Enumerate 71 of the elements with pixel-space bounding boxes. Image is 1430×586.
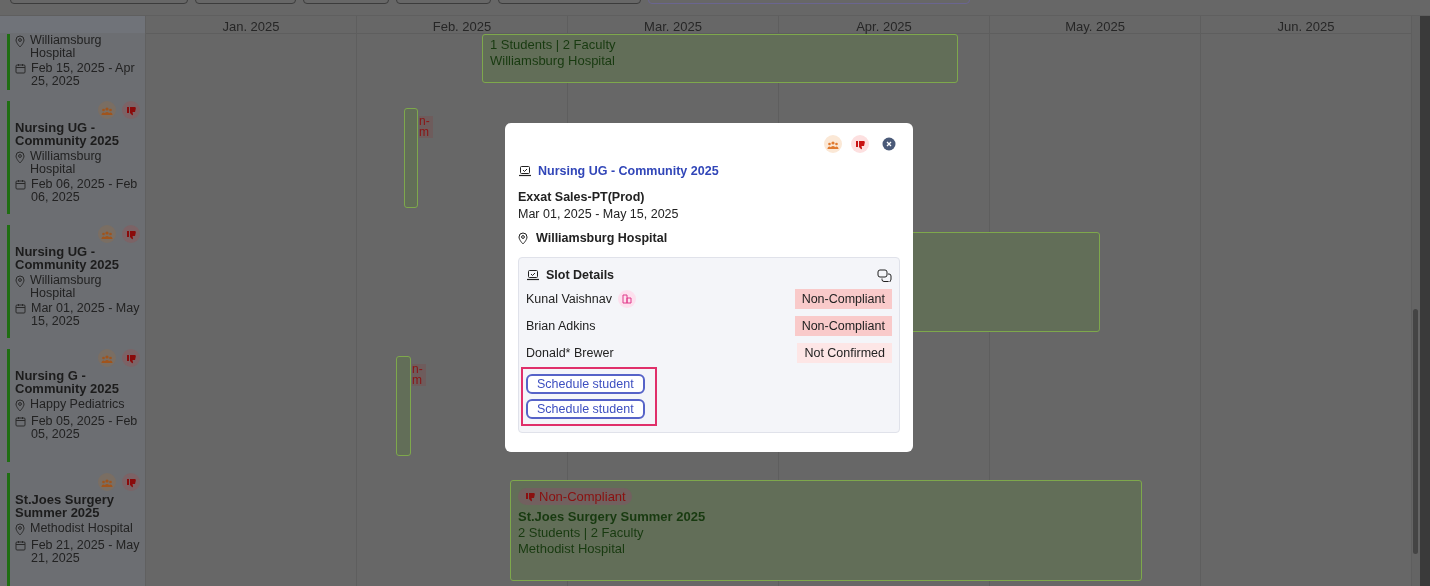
laptop-icon [518,165,532,177]
location-pin-icon [15,151,25,164]
location-pin-icon [15,35,25,48]
month-label: May. 2025 [1065,20,1125,33]
scrollbar-thumb[interactable] [1413,309,1418,554]
panel-title: Slot Details [546,268,616,282]
bar-counts: 1 Students | 2 Faculty [490,37,616,53]
date-range: Feb 15, 2025 - Apr 25, 2025 [31,62,136,87]
location-text: Williamsburg Hospital [30,34,103,59]
school-name: Exxat Sales-PT(Prod) [518,190,646,204]
placement-title: Nursing G - Community 2025 [15,370,121,395]
location-pin-icon [15,275,25,288]
status-tag: n- m [412,364,426,386]
thumbs-down-icon [122,101,140,119]
program-link[interactable]: Nursing UG - Community 2025 [538,164,719,178]
date-range: Mar 01, 2025 - May 15, 2025 [31,302,140,327]
status-badge: Non-Compliant [794,289,892,309]
location-pin-icon [518,231,528,245]
status-tag: Non-Compliant [518,488,632,505]
schedule-student-button[interactable]: Schedule student [526,374,645,394]
close-icon [882,137,896,151]
people-icon [98,349,116,367]
calendar-icon [15,416,26,427]
bar-location: Williamsburg Hospital [490,53,615,69]
placement-title: Nursing UG - Community 2025 [15,122,121,147]
bar-title: St.Joes Surgery Summer 2025 [518,509,706,525]
bar-location: Methodist Hospital [518,541,625,557]
date-range: Feb 05, 2025 - Feb 05, 2025 [31,415,139,440]
status-bar [7,34,10,90]
date-range: Feb 06, 2025 - Feb 06, 2025 [31,178,139,203]
schedule-student-button[interactable]: Schedule student [526,399,645,419]
location-text: Happy Pediatrics [30,398,125,412]
location-pin-icon [15,399,25,412]
bar-counts: 2 Students | 2 Faculty [518,525,644,541]
placement-title: St.Joes Surgery Summer 2025 [15,494,115,519]
location-text: Williamsburg Hospital [30,150,103,175]
month-label: Jan. 2025 [222,20,280,33]
people-icon [98,225,116,243]
placement-title: Nursing UG - Community 2025 [15,246,121,271]
date-range: Mar 01, 2025 - May 15, 2025 [518,207,680,221]
location-name: Williamsburg Hospital [536,231,668,245]
month-label: Apr. 2025 [856,20,912,33]
student-name: Brian Adkins [526,319,596,333]
chat-icon [877,268,892,282]
thumbs-down-icon [851,135,869,153]
calendar-icon [15,179,26,190]
calendar-icon [15,63,26,74]
placement-bar[interactable]: Non-Compliant St.Joes Surgery Summer 2025 2 Students | 2 Faculty Methodist Hospital [510,480,1142,581]
location-text: Williamsburg Hospital [30,274,103,299]
status-badge: Not Confirmed [797,343,892,363]
calendar-icon [15,303,26,314]
status-tag: n- m [419,116,433,138]
thumbs-down-icon [122,473,140,491]
student-name: Donald* Brewer [526,346,614,360]
student-name: Kunal Vaishnav [526,292,612,306]
thumbs-down-icon [122,349,140,367]
people-icon [98,101,116,119]
location-pin-icon [15,523,25,536]
thumbs-down-icon [122,225,140,243]
calendar-icon [15,540,26,551]
month-label: Jun. 2025 [1277,20,1335,33]
month-label: Mar. 2025 [644,20,702,33]
laptop-icon [526,269,540,281]
date-range: Feb 21, 2025 - May 21, 2025 [31,539,140,564]
status-badge: Non-Compliant [794,316,892,336]
month-label: Feb. 2025 [432,20,492,33]
location-text: Methodist Hospital [30,522,133,536]
people-icon [824,135,842,153]
placement-bar[interactable]: 1 Students | 2 Faculty Williamsburg Hospital [482,34,958,83]
thumbs-down-icon [524,491,536,502]
people-icon [98,473,116,491]
